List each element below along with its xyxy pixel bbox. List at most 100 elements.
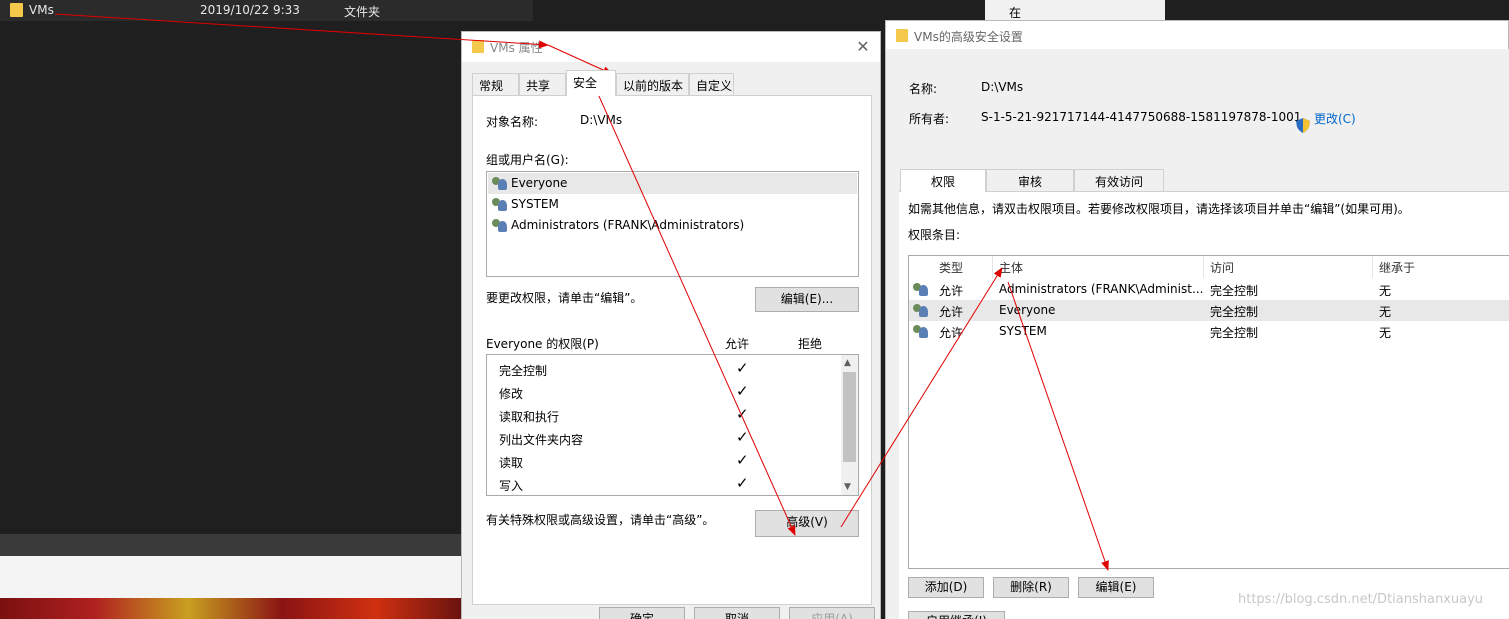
file-row-vms[interactable]: VMs 2019/10/22 9:33 文件夹	[0, 0, 533, 21]
apply-button[interactable]: 应用(A)	[789, 607, 875, 619]
table-row[interactable]: 允许 Administrators (FRANK\Administ... 完全控…	[909, 279, 1509, 300]
file-date: 2019/10/22 9:33	[200, 3, 300, 17]
edit-permissions-button[interactable]: 编辑(E)...	[755, 287, 859, 312]
cell-type: 允许	[939, 305, 964, 319]
permission-entries-grid[interactable]: 类型 主体 访问 继承于 允许 Administrators (FRANK\Ad…	[908, 255, 1509, 569]
allow-header: 允许	[725, 337, 750, 351]
user-name: SYSTEM	[511, 197, 559, 211]
properties-title: VMs 属性	[490, 41, 543, 55]
permissions-tab-panel: 如需其他信息，请双击权限项目。若要修改权限项目，请选择该项目并单击“编辑”(如果…	[899, 191, 1509, 619]
cell-principal: Administrators (FRANK\Administ...	[999, 282, 1204, 296]
permission-row: 修改 ✓	[499, 381, 839, 404]
check-icon: ✓	[736, 382, 749, 400]
column-header-type[interactable]: 类型	[933, 256, 993, 278]
group-label: 组或用户名(G):	[486, 153, 569, 167]
permission-name: 读取	[499, 456, 524, 470]
owner-label: 所有者:	[909, 112, 950, 126]
check-icon: ✓	[736, 359, 749, 377]
column-header-principal[interactable]: 主体	[993, 256, 1204, 278]
uac-shield-icon	[1296, 118, 1310, 133]
user-item-everyone[interactable]: Everyone	[488, 173, 857, 194]
cell-type: 允许	[939, 284, 964, 298]
watermark: https://blog.csdn.net/Dtianshanxuayu	[1238, 592, 1484, 607]
tab-effective-access[interactable]: 有效访问	[1074, 169, 1164, 191]
tab-previous-versions[interactable]: 以前的版本	[616, 73, 689, 95]
tab-permissions[interactable]: 权限	[900, 169, 986, 192]
folder-icon	[896, 29, 908, 42]
cell-inherited: 无	[1379, 326, 1392, 340]
user-group-icon	[492, 177, 508, 191]
background-image-strip	[0, 598, 470, 619]
user-item-administrators[interactable]: Administrators (FRANK\Administrators)	[488, 215, 857, 236]
advanced-title: VMs的高级安全设置	[914, 30, 1023, 44]
background-text: 在	[1009, 6, 1022, 20]
cell-inherited: 无	[1379, 284, 1392, 298]
permission-name: 读取和执行	[499, 410, 560, 424]
user-group-icon	[913, 283, 929, 297]
check-icon: ✓	[736, 451, 749, 469]
tab-general[interactable]: 常规	[472, 73, 519, 95]
column-header-access[interactable]: 访问	[1204, 256, 1373, 278]
table-row[interactable]: 允许 Everyone 完全控制 无	[909, 300, 1509, 321]
properties-titlebar[interactable]: VMs 属性 ✕	[462, 32, 880, 62]
user-group-icon	[492, 219, 508, 233]
advanced-security-dialog: VMs的高级安全设置 名称: D:\VMs 所有者: S-1-5-21-9217…	[885, 20, 1509, 619]
close-icon[interactable]: ✕	[852, 36, 874, 58]
edit-entry-button[interactable]: 编辑(E)	[1078, 577, 1154, 598]
name-label: 名称:	[909, 82, 938, 96]
permission-name: 列出文件夹内容	[499, 433, 584, 447]
enable-inheritance-button[interactable]: 启用继承(I)	[908, 611, 1005, 619]
check-icon: ✓	[736, 428, 749, 446]
permissions-scrollbar[interactable]: ▲ ▼	[841, 355, 858, 495]
security-tab-panel: 对象名称: D:\VMs 组或用户名(G): Everyone SYSTEM A…	[472, 95, 872, 605]
remove-button[interactable]: 删除(R)	[993, 577, 1069, 598]
tab-sharing[interactable]: 共享	[519, 73, 566, 95]
properties-dialog: VMs 属性 ✕ 常规 共享 安全 以前的版本 自定义 对象名称: D:\VMs…	[461, 31, 881, 619]
scroll-down-icon[interactable]: ▼	[844, 482, 851, 492]
add-button[interactable]: 添加(D)	[908, 577, 984, 598]
table-row[interactable]: 允许 SYSTEM 完全控制 无	[909, 321, 1509, 342]
background-window-strip	[0, 556, 470, 598]
permission-name: 修改	[499, 387, 524, 401]
permissions-label: Everyone 的权限(P)	[486, 337, 599, 351]
name-value: D:\VMs	[981, 80, 1024, 94]
ok-button[interactable]: 确定	[599, 607, 685, 619]
deny-header: 拒绝	[798, 337, 823, 351]
entries-label: 权限条目:	[908, 228, 961, 242]
object-name-label: 对象名称:	[486, 115, 539, 129]
cell-inherited: 无	[1379, 305, 1392, 319]
tab-security[interactable]: 安全	[566, 70, 616, 96]
advanced-button[interactable]: 高级(V)	[755, 510, 859, 537]
owner-value: S-1-5-21-921717144-4147750688-1581197878…	[981, 110, 1302, 124]
advanced-titlebar[interactable]: VMs的高级安全设置	[886, 21, 1508, 49]
edit-hint: 要更改权限，请单击“编辑”。	[486, 291, 643, 305]
permission-name: 写入	[499, 479, 524, 493]
scroll-up-icon[interactable]: ▲	[844, 358, 851, 368]
permission-row: 写入 ✓	[499, 473, 839, 496]
cancel-button[interactable]: 取消	[694, 607, 780, 619]
advanced-hint: 有关特殊权限或高级设置，请单击“高级”。	[486, 513, 715, 527]
permission-row: 列出文件夹内容 ✓	[499, 427, 839, 450]
folder-icon	[10, 3, 23, 17]
column-header-inherited[interactable]: 继承于	[1373, 256, 1509, 278]
tab-auditing[interactable]: 审核	[986, 169, 1074, 191]
permissions-list[interactable]: 完全控制 ✓ 修改 ✓ 读取和执行 ✓ 列出文件夹内容 ✓ 读取 ✓ 写入 ✓	[486, 354, 859, 496]
cell-access: 完全控制	[1210, 326, 1259, 340]
user-name: Everyone	[511, 176, 568, 190]
change-owner-link[interactable]: 更改(C)	[1314, 110, 1356, 127]
cell-access: 完全控制	[1210, 305, 1259, 319]
cell-access: 完全控制	[1210, 284, 1259, 298]
background-panel: 在	[985, 0, 1165, 20]
check-icon: ✓	[736, 474, 749, 492]
permission-row: 读取和执行 ✓	[499, 404, 839, 427]
user-name: Administrators (FRANK\Administrators)	[511, 218, 745, 232]
user-listbox[interactable]: Everyone SYSTEM Administrators (FRANK\Ad…	[486, 171, 859, 277]
scroll-thumb[interactable]	[843, 372, 856, 462]
tab-customize[interactable]: 自定义	[689, 73, 734, 95]
user-group-icon	[913, 304, 929, 318]
object-name-value: D:\VMs	[580, 113, 623, 127]
folder-icon	[472, 40, 484, 53]
cell-type: 允许	[939, 326, 964, 340]
advanced-body: 名称: D:\VMs 所有者: S-1-5-21-921717144-41477…	[886, 49, 1509, 619]
user-item-system[interactable]: SYSTEM	[488, 194, 857, 215]
